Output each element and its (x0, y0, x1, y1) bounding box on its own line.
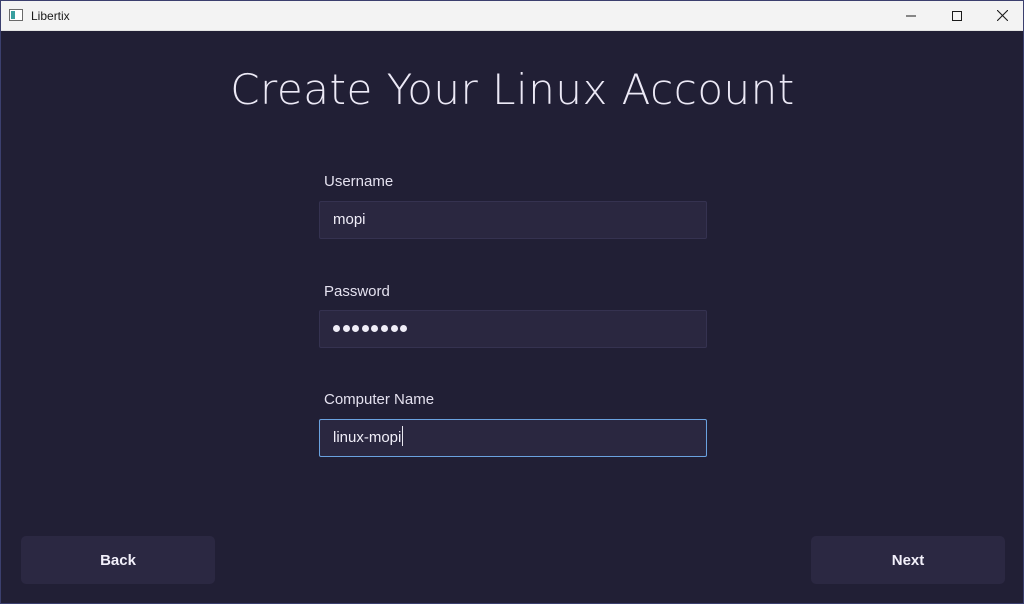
next-button[interactable]: Next (811, 536, 1005, 584)
close-icon (996, 10, 1008, 21)
computer-name-input[interactable]: linux-mopi (319, 419, 707, 457)
close-button[interactable] (979, 1, 1024, 30)
password-mask (333, 320, 410, 337)
password-dot (342, 324, 350, 332)
username-label: Username (324, 173, 394, 190)
password-dot (333, 324, 340, 332)
app-icon (9, 9, 23, 21)
minimize-icon (906, 15, 916, 16)
title-bar[interactable]: Libertix (1, 1, 1023, 31)
maximize-button[interactable] (934, 1, 980, 30)
password-dot (380, 324, 388, 332)
password-dot (352, 324, 360, 332)
password-input[interactable] (319, 310, 707, 348)
window-title: Libertix (31, 9, 70, 23)
computer-name-label: Computer Name (324, 391, 435, 408)
text-caret (402, 426, 404, 447)
setup-page: Create Your Linux Account Username mopi … (2, 31, 1023, 603)
username-value: mopi (333, 211, 366, 228)
username-input[interactable]: mopi (319, 201, 707, 239)
page-title: Create Your Linux Account (230, 65, 795, 114)
password-dot (390, 324, 398, 332)
password-dot (361, 324, 369, 332)
minimize-button[interactable] (888, 1, 934, 30)
computer-name-value: linux-mopi (333, 429, 402, 446)
password-dot (400, 324, 408, 332)
password-dot (371, 324, 379, 332)
password-label: Password (324, 283, 390, 300)
back-button[interactable]: Back (21, 536, 215, 584)
app-window: Libertix Create Your Linux Account Usern… (0, 0, 1024, 604)
maximize-icon (952, 10, 962, 21)
